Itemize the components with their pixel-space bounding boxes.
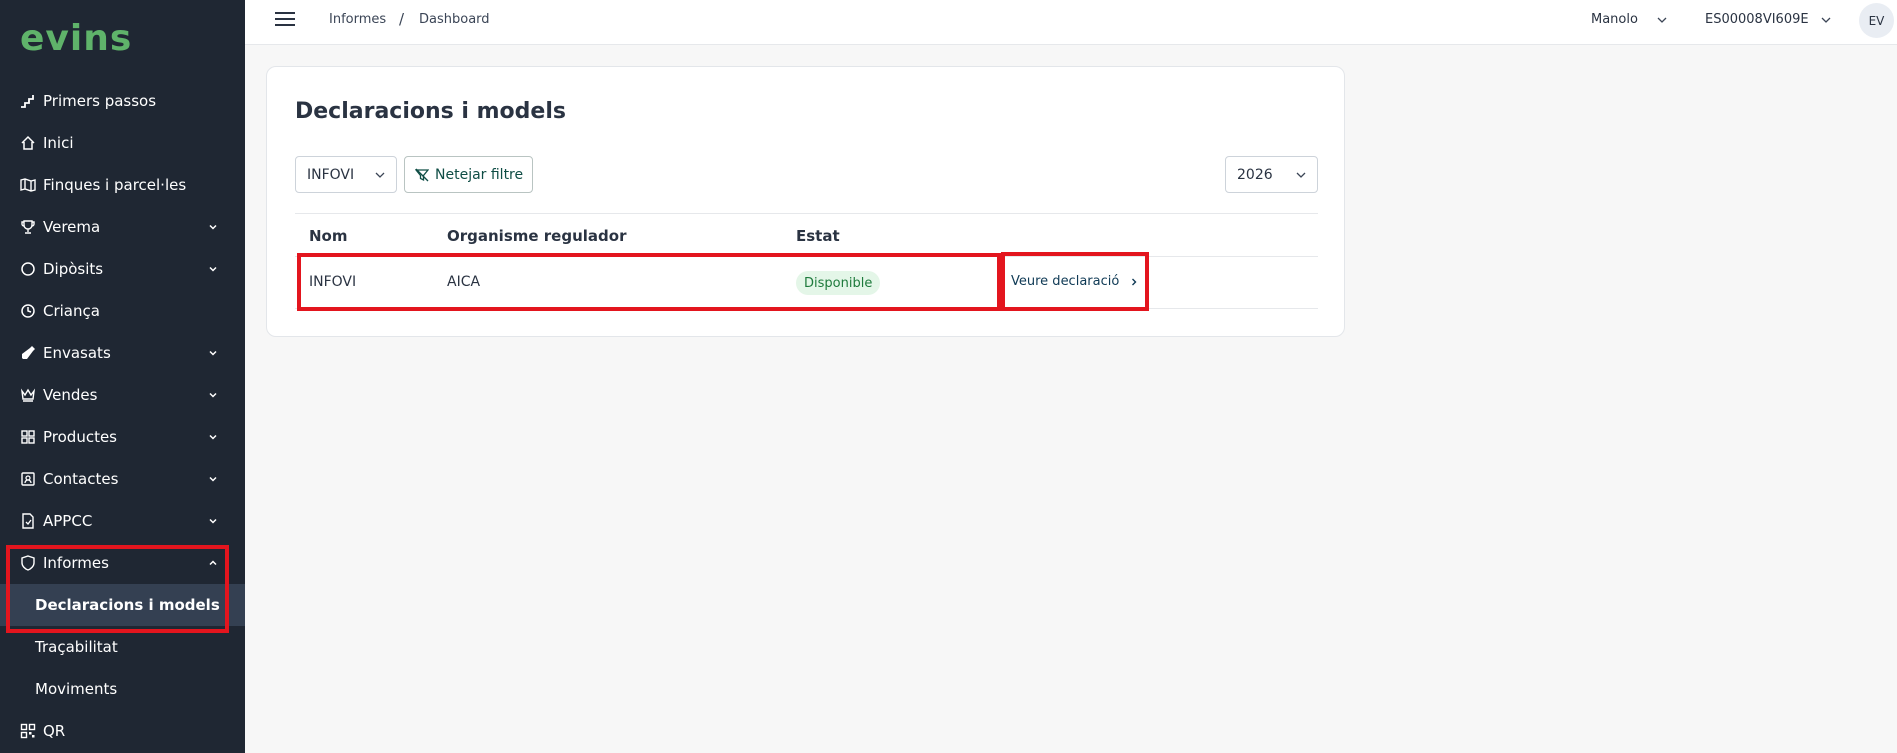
page-title: Declaracions i models — [295, 99, 566, 124]
map-icon — [20, 177, 36, 193]
sidebar-item-verema[interactable]: Verema — [0, 206, 245, 248]
hamburger-menu-icon[interactable] — [275, 12, 295, 28]
sidebar-subitem-declaracions[interactable]: Declaracions i models — [0, 584, 245, 626]
chevron-down-icon — [207, 473, 219, 485]
sidebar-item-informes[interactable]: Informes — [0, 542, 245, 584]
topbar: Informes / Dashboard Manolo ES00008VI609… — [245, 0, 1897, 45]
chevron-down-icon — [207, 515, 219, 527]
contact-icon — [20, 471, 36, 487]
cell-organisme: AICA — [447, 274, 481, 290]
clear-filter-button[interactable]: Netejar filtre — [404, 156, 533, 193]
sidebar-item-finques[interactable]: Finques i parcel·les — [0, 164, 245, 206]
clock-icon — [20, 303, 36, 319]
sidebar-item-vendes[interactable]: Vendes — [0, 374, 245, 416]
breadcrumb-dashboard[interactable]: Dashboard — [419, 12, 490, 27]
stairs-icon — [20, 93, 36, 109]
sidebar-item-label: Primers passos — [43, 92, 157, 110]
highlight-box-row — [297, 253, 1001, 311]
table-divider — [295, 308, 1318, 309]
sidebar-item-inici[interactable]: Inici — [0, 122, 245, 164]
document-icon — [20, 513, 36, 529]
column-header-organisme: Organisme regulador — [447, 227, 627, 245]
app-logo[interactable]: evins — [20, 18, 132, 59]
sidebar-item-label: APPCC — [43, 512, 93, 530]
chevron-down-icon — [207, 431, 219, 443]
cell-nom: INFOVI — [309, 274, 357, 290]
crown-icon — [20, 387, 36, 403]
sidebar-item-label: Finques i parcel·les — [43, 176, 187, 194]
grid-icon — [20, 429, 36, 445]
sidebar-item-label: Vendes — [43, 386, 98, 404]
sidebar-item-envasats[interactable]: Envasats — [0, 332, 245, 374]
sidebar-item-qr[interactable]: QR — [0, 710, 245, 752]
breadcrumb-informes[interactable]: Informes — [329, 12, 386, 27]
clear-filter-label: Netejar filtre — [435, 166, 524, 183]
trophy-icon — [20, 219, 36, 235]
avatar[interactable]: EV — [1859, 3, 1894, 38]
sidebar-item-label: Informes — [43, 554, 109, 572]
sidebar-subitem-moviments[interactable]: Moviments — [0, 668, 245, 710]
declarations-card: Declaracions i models INFOVI Netejar fil… — [266, 66, 1345, 337]
table-divider — [295, 213, 1318, 214]
chevron-down-icon — [207, 263, 219, 275]
sidebar-item-label: Envasats — [43, 344, 111, 362]
view-declaration-link[interactable]: Veure declaració — [1011, 274, 1139, 289]
chevron-up-icon — [207, 557, 219, 569]
filter-off-icon — [415, 168, 429, 181]
year-select-value: 2026 — [1237, 166, 1273, 183]
chevron-down-icon — [207, 389, 219, 401]
chevron-down-icon — [1296, 172, 1306, 178]
sidebar-item-label: Criança — [43, 302, 100, 320]
home-icon — [20, 135, 36, 151]
qr-icon — [20, 723, 36, 739]
sidebar-item-label: Contactes — [43, 470, 119, 488]
sidebar-item-label: Verema — [43, 218, 101, 236]
chevron-down-icon[interactable] — [1820, 14, 1832, 26]
bottle-icon — [20, 345, 36, 361]
sidebar-item-label: Inici — [43, 134, 74, 152]
chevron-right-icon — [1132, 278, 1137, 285]
sidebar-item-primers-passos[interactable]: Primers passos — [0, 80, 245, 122]
view-declaration-label: Veure declaració — [1011, 274, 1120, 289]
sidebar-item-productes[interactable]: Productes — [0, 416, 245, 458]
chevron-down-icon — [375, 172, 385, 178]
sidebar-item-crianca[interactable]: Criança — [0, 290, 245, 332]
circle-icon — [20, 261, 36, 277]
user-name[interactable]: Manolo — [1591, 12, 1638, 27]
sidebar-item-contactes[interactable]: Contactes — [0, 458, 245, 500]
sidebar-subitem-tracabilitat[interactable]: Traçabilitat — [0, 626, 245, 668]
sidebar-nav: Primers passos Inici Finques i parcel·le… — [0, 80, 245, 752]
year-select[interactable]: 2026 — [1225, 156, 1318, 193]
sidebar-item-label: Dipòsits — [43, 260, 104, 278]
column-header-estat: Estat — [796, 227, 840, 245]
chevron-down-icon[interactable] — [1656, 14, 1668, 26]
status-badge: Disponible — [796, 271, 881, 295]
sidebar-item-label: Productes — [43, 428, 117, 446]
model-select[interactable]: INFOVI — [295, 156, 397, 193]
breadcrumb-separator: / — [399, 10, 405, 28]
column-header-nom: Nom — [309, 227, 348, 245]
shield-icon — [20, 555, 36, 571]
chevron-down-icon — [207, 221, 219, 233]
sidebar-item-appcc[interactable]: APPCC — [0, 500, 245, 542]
chevron-down-icon — [207, 347, 219, 359]
sidebar-item-diposits[interactable]: Dipòsits — [0, 248, 245, 290]
table-divider — [295, 256, 1318, 257]
model-select-value: INFOVI — [307, 166, 355, 183]
company-code[interactable]: ES00008VI609E — [1705, 12, 1809, 27]
sidebar: evins Primers passos Inici Finques i par… — [0, 0, 245, 753]
sidebar-item-label: QR — [43, 722, 66, 740]
